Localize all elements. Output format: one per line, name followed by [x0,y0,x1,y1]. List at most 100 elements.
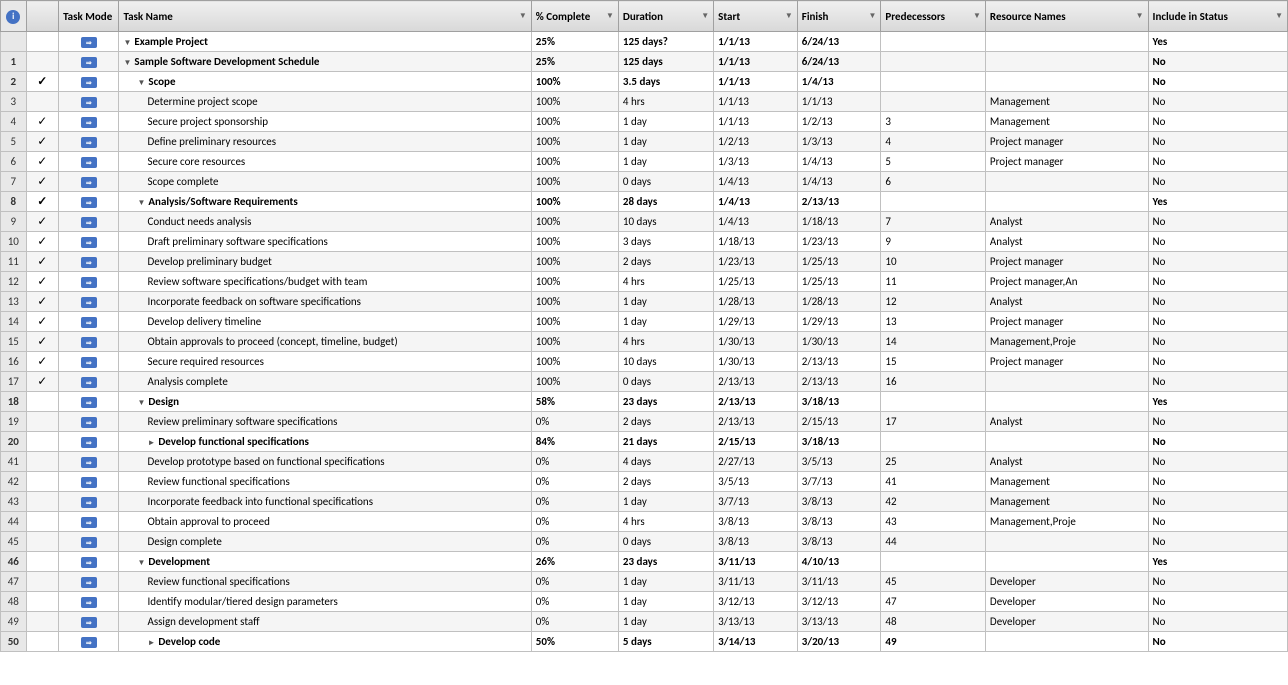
row-task-name[interactable]: ▼Example Project [119,32,531,52]
row-start: 3/13/13 [714,612,798,632]
collapse-icon[interactable]: ▼ [137,558,145,568]
table-row[interactable]: 5✓⇒Define preliminary resources100%1 day… [1,132,1288,152]
row-task-name[interactable]: Secure required resources [119,352,531,372]
table-row[interactable]: 41⇒Develop prototype based on functional… [1,452,1288,472]
task-mode-icon: ⇒ [81,537,97,548]
table-row[interactable]: 46⇒▼Development26%23 days3/11/134/10/13Y… [1,552,1288,572]
col-header-duration[interactable]: Duration ▼ [618,1,713,32]
col-header-finish[interactable]: Finish ▼ [797,1,881,32]
collapse-icon[interactable]: ▼ [123,38,131,48]
col-header-task-mode[interactable]: Task Mode ▼ [59,1,119,32]
row-task-name[interactable]: ▼Design [119,392,531,412]
row-task-name[interactable]: ▼Development [119,552,531,572]
row-task-name[interactable]: Design complete [119,532,531,552]
row-resources: Management [985,472,1148,492]
table-row[interactable]: 17✓⇒Analysis complete100%0 days2/13/132/… [1,372,1288,392]
row-task-name[interactable]: Develop delivery timeline [119,312,531,332]
row-task-name[interactable]: Incorporate feedback into functional spe… [119,492,531,512]
table-row[interactable]: 14✓⇒Develop delivery timeline100%1 day1/… [1,312,1288,332]
row-task-name[interactable]: Identify modular/tiered design parameter… [119,592,531,612]
row-duration: 1 day [618,492,713,512]
row-task-name[interactable]: Incorporate feedback on software specifi… [119,292,531,312]
row-number: 20 [1,432,27,452]
expand-icon[interactable]: ► [147,638,155,648]
row-task-name[interactable]: ▼Sample Software Development Schedule [119,52,531,72]
table-row[interactable]: 44⇒Obtain approval to proceed0%4 hrs3/8/… [1,512,1288,532]
table-row[interactable]: 7✓⇒Scope complete100%0 days1/4/131/4/136… [1,172,1288,192]
table-row[interactable]: 13✓⇒Incorporate feedback on software spe… [1,292,1288,312]
table-row[interactable]: ⇒▼Example Project25%125 days?1/1/136/24/… [1,32,1288,52]
collapse-icon[interactable]: ▼ [137,78,145,88]
table-row[interactable]: 16✓⇒Secure required resources100%10 days… [1,352,1288,372]
col-header-include[interactable]: Include in Status ▼ [1148,1,1287,32]
table-row[interactable]: 50⇒►Develop code50%5 days3/14/133/20/134… [1,632,1288,652]
table-row[interactable]: 9✓⇒Conduct needs analysis100%10 days1/4/… [1,212,1288,232]
row-task-name[interactable]: ▼Scope [119,72,531,92]
row-check: ✓ [26,172,59,192]
table-row[interactable]: 1⇒▼Sample Software Development Schedule2… [1,52,1288,72]
row-number: 9 [1,212,27,232]
col-header-resources[interactable]: Resource Names ▼ [985,1,1148,32]
row-task-name[interactable]: Define preliminary resources [119,132,531,152]
row-include-status: No [1148,332,1287,352]
col-header-task-name[interactable]: Task Name ▼ [119,1,531,32]
row-task-name[interactable]: Assign development staff [119,612,531,632]
row-task-name[interactable]: Review software specifications/budget wi… [119,272,531,292]
table-row[interactable]: 10✓⇒Draft preliminary software specifica… [1,232,1288,252]
row-task-name[interactable]: ►Develop functional specifications [119,432,531,452]
collapse-icon[interactable]: ▼ [137,198,145,208]
table-row[interactable]: 4✓⇒Secure project sponsorship100%1 day1/… [1,112,1288,132]
row-predecessors [881,52,986,72]
row-task-name[interactable]: Draft preliminary software specification… [119,232,531,252]
table-row[interactable]: 47⇒Review functional specifications0%1 d… [1,572,1288,592]
row-pct-complete: 100% [531,192,618,212]
row-task-name[interactable]: ►Develop code [119,632,531,652]
row-task-mode: ⇒ [59,252,119,272]
row-resources: Project manager [985,152,1148,172]
task-mode-icon: ⇒ [81,77,97,88]
table-row[interactable]: 11✓⇒Develop preliminary budget100%2 days… [1,252,1288,272]
col-header-pct[interactable]: % Complete ▼ [531,1,618,32]
row-task-name[interactable]: Analysis complete [119,372,531,392]
row-include-status: No [1148,272,1287,292]
task-table: i Task Mode ▼ Task Name ▼ [0,0,1288,652]
row-task-name[interactable]: Scope complete [119,172,531,192]
table-row[interactable]: 2✓⇒▼Scope100%3.5 days1/1/131/4/13No [1,72,1288,92]
collapse-icon[interactable]: ▼ [123,58,131,68]
table-row[interactable]: 48⇒Identify modular/tiered design parame… [1,592,1288,612]
row-include-status: No [1148,172,1287,192]
col-header-pred[interactable]: Predecessors ▼ [881,1,986,32]
table-row[interactable]: 18⇒▼Design58%23 days2/13/133/18/13Yes [1,392,1288,412]
row-duration: 1 day [618,612,713,632]
row-task-name[interactable]: Obtain approvals to proceed (concept, ti… [119,332,531,352]
table-row[interactable]: 19⇒Review preliminary software specifica… [1,412,1288,432]
table-row[interactable]: 3⇒Determine project scope100%4 hrs1/1/13… [1,92,1288,112]
row-task-name[interactable]: Review functional specifications [119,472,531,492]
row-task-name[interactable]: ▼Analysis/Software Requirements [119,192,531,212]
row-task-name[interactable]: Review functional specifications [119,572,531,592]
table-row[interactable]: 42⇒Review functional specifications0%2 d… [1,472,1288,492]
row-pct-complete: 26% [531,552,618,572]
row-duration: 21 days [618,432,713,452]
row-start: 3/14/13 [714,632,798,652]
table-row[interactable]: 45⇒Design complete0%0 days3/8/133/8/1344… [1,532,1288,552]
table-row[interactable]: 15✓⇒Obtain approvals to proceed (concept… [1,332,1288,352]
row-task-name[interactable]: Develop preliminary budget [119,252,531,272]
table-row[interactable]: 43⇒Incorporate feedback into functional … [1,492,1288,512]
row-task-name[interactable]: Develop prototype based on functional sp… [119,452,531,472]
table-row[interactable]: 8✓⇒▼Analysis/Software Requirements100%28… [1,192,1288,212]
collapse-icon[interactable]: ▼ [137,398,145,408]
table-row[interactable]: 20⇒►Develop functional specifications84%… [1,432,1288,452]
table-row[interactable]: 6✓⇒Secure core resources100%1 day1/3/131… [1,152,1288,172]
col-header-start[interactable]: Start ▼ [714,1,798,32]
row-task-name[interactable]: Secure core resources [119,152,531,172]
table-row[interactable]: 49⇒Assign development staff0%1 day3/13/1… [1,612,1288,632]
table-row[interactable]: 12✓⇒Review software specifications/budge… [1,272,1288,292]
row-task-name[interactable]: Determine project scope [119,92,531,112]
row-task-name[interactable]: Conduct needs analysis [119,212,531,232]
expand-icon[interactable]: ► [147,438,155,448]
row-task-name[interactable]: Obtain approval to proceed [119,512,531,532]
row-task-name[interactable]: Review preliminary software specificatio… [119,412,531,432]
row-pct-complete: 0% [531,452,618,472]
row-task-name[interactable]: Secure project sponsorship [119,112,531,132]
